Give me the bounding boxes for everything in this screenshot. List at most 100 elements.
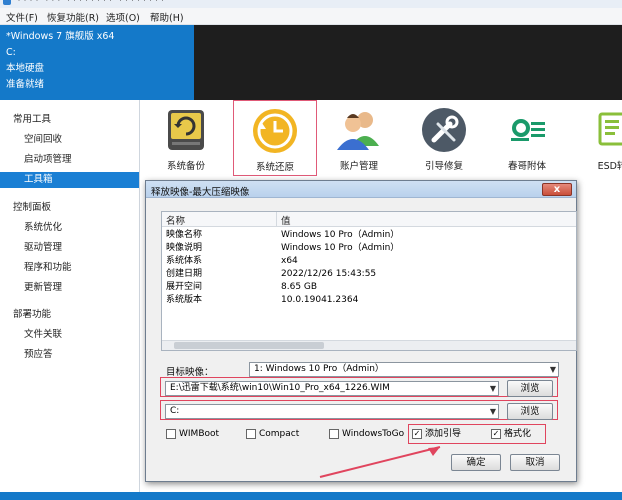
property-value: x64 [281,256,298,266]
backup-icon [162,106,210,154]
checkbox-label: WIMBoot [179,429,220,439]
tool-label: 账户管理 [339,161,378,172]
property-name: 映像名称 [166,230,203,240]
menu-bar: 文件(F) 恢复功能(R) 选项(O) 帮助(H) [0,8,622,25]
property-name: 映像说明 [166,243,203,253]
tool-chunge[interactable]: 春哥附体 [485,100,569,176]
chevron-down-icon[interactable]: ▼ [550,363,556,376]
toolbar: 系统备份 系统还原 账户管理 引导修复 春哥附体 ESD转 [140,100,622,180]
dialog-title-bar: 释放映像-最大压缩映像 x [146,181,576,198]
property-value: 2022/12/26 15:43:55 [281,269,377,279]
table-row[interactable]: 映像名称 Windows 10 Pro（Admin） [162,229,576,242]
os-name: *Windows 7 旗舰版 x64 [6,31,115,42]
tool-account-manager[interactable]: 账户管理 [317,100,401,176]
browse-dest-button[interactable]: 浏览 [507,403,553,420]
checkmark-icon: ✓ [491,429,501,439]
status-text: 准备就绪 [6,79,45,90]
tool-system-restore[interactable]: 系统还原 [233,100,317,176]
dest-path-value: C: [170,406,180,416]
tool-boot-repair[interactable]: 引导修复 [402,100,486,176]
checkbox-box [329,429,339,439]
dest-path-combo[interactable]: C: ▼ [165,404,499,419]
property-name: 展开空间 [166,282,203,292]
sidebar-item-space-reclaim[interactable]: 空间回收 [0,132,139,148]
window-title: **** *** ******** ******** [16,0,166,7]
dialog-title: 释放映像-最大压缩映像 [151,187,250,198]
target-image-select[interactable]: 1: Windows 10 Pro（Admin） ▼ [249,362,559,377]
chevron-down-icon[interactable]: ▼ [490,382,496,395]
checkmark-icon: ✓ [412,429,422,439]
column-header-name[interactable]: 名称 [166,213,185,227]
target-image-value: 1: Windows 10 Pro（Admin） [254,364,384,374]
list-header: 名称 值 [162,212,576,227]
checkbox-label: 添加引导 [425,429,462,439]
property-name: 系统版本 [166,295,203,305]
property-name: 创建日期 [166,269,203,279]
ok-button[interactable]: 确定 [451,454,501,471]
checkbox-label: Compact [259,429,300,439]
sidebar-item-pre-answer[interactable]: 预应答 [0,347,139,363]
table-row[interactable]: 系统版本 10.0.19041.2364 [162,294,576,307]
property-value: Windows 10 Pro（Admin） [281,243,400,253]
tool-label: 系统备份 [166,161,205,172]
wrench-screwdriver-icon [420,106,468,154]
target-image-label: 目标映像： [166,367,214,378]
sidebar-item-toolbox[interactable]: 工具箱 [0,172,139,188]
table-row[interactable]: 展开空间 8.65 GB [162,281,576,294]
sidebar-item-programs[interactable]: 程序和功能 [0,260,139,276]
compact-checkbox[interactable]: Compact [246,428,299,440]
checkbox-label: WindowsToGo [342,429,405,439]
sidebar-item-startup-manager[interactable]: 启动项管理 [0,152,139,168]
scrollbar-thumb[interactable] [174,342,324,349]
browse-source-button[interactable]: 浏览 [507,380,553,397]
app-window: **** *** ******** ******** 文件(F) 恢复功能(R)… [0,0,622,500]
property-value: Windows 10 Pro（Admin） [281,230,400,240]
menu-help[interactable]: 帮助(H) [150,10,184,24]
source-path-value: E:\迅雷下载\系统\win10\Win10_Pro_x64_1226.WIM [170,383,390,393]
system-info-panel: *Windows 7 旗舰版 x64 C: 本地硬盘 准备就绪 [0,25,194,100]
table-row[interactable]: 创建日期 2022/12/26 15:43:55 [162,268,576,281]
disk-type: 本地硬盘 [6,63,45,74]
table-row[interactable]: 系统体系 x64 [162,255,576,268]
property-value: 8.65 GB [281,282,318,292]
tool-label: 引导修复 [424,161,463,172]
sidebar-item-update-manager[interactable]: 更新管理 [0,280,139,296]
image-properties-list: 名称 值 映像名称 Windows 10 Pro（Admin） 映像说明 Win… [161,211,577,351]
checkbox-box [166,429,176,439]
nav-group-common-tools: 常用工具 [13,114,52,125]
menu-options[interactable]: 选项(O) [106,10,140,24]
app-icon [3,0,11,5]
tool-label: 系统还原 [255,162,294,173]
document-icon [588,106,622,154]
property-name: 系统体系 [166,256,203,266]
tool-system-backup[interactable]: 系统备份 [144,100,228,176]
nav-group-deploy: 部署功能 [13,309,52,320]
chevron-down-icon[interactable]: ▼ [490,405,496,418]
source-path-combo[interactable]: E:\迅雷下载\系统\win10\Win10_Pro_x64_1226.WIM … [165,381,499,396]
extract-image-dialog: 释放映像-最大压缩映像 x 名称 值 映像名称 Windows 10 Pro（A… [145,180,577,482]
format-checkbox[interactable]: ✓ 格式化 [491,428,531,440]
column-header-value[interactable]: 值 [281,213,291,227]
table-row[interactable]: 映像说明 Windows 10 Pro（Admin） [162,242,576,255]
sidebar-item-system-optimize[interactable]: 系统优化 [0,220,139,236]
title-bar: **** *** ******** ******** [0,0,622,8]
tool-label: 春哥附体 [507,161,546,172]
nav-group-control-panel: 控制面板 [13,202,52,213]
wimboot-checkbox[interactable]: WIMBoot [166,428,219,440]
tool-label: ESD转 [597,161,622,172]
header-dark-panel [194,25,622,100]
chart-list-icon [503,106,551,154]
sidebar-item-driver-manager[interactable]: 驱动管理 [0,240,139,256]
status-strip [0,492,622,500]
checkbox-box [246,429,256,439]
menu-restore[interactable]: 恢复功能(R) [47,10,99,24]
menu-file[interactable]: 文件(F) [6,10,38,24]
drive-letter: C: [6,47,16,58]
cancel-button[interactable]: 取消 [510,454,560,471]
restore-clock-icon [251,107,299,155]
checkbox-label: 格式化 [504,429,532,439]
close-button[interactable]: x [542,183,572,196]
sidebar-item-file-association[interactable]: 文件关联 [0,327,139,343]
horizontal-scrollbar[interactable] [162,340,576,350]
tool-esd-convert[interactable]: ESD转 [570,100,622,176]
